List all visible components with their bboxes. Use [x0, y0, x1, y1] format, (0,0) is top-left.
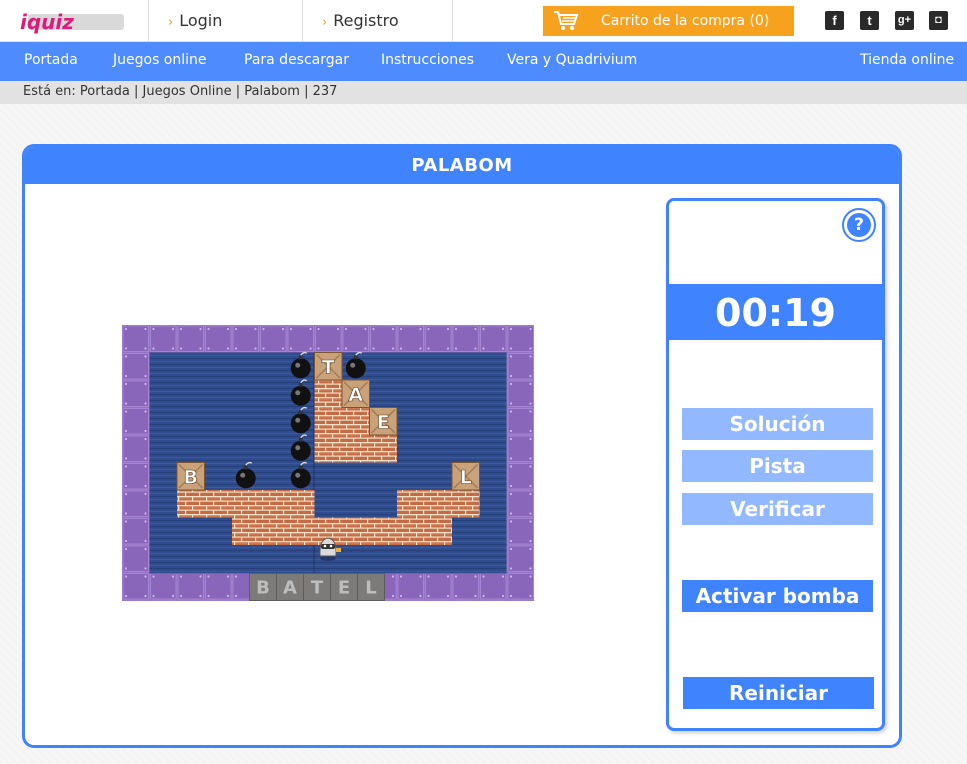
- verify-button[interactable]: Verificar: [682, 493, 873, 525]
- help-button[interactable]: ?: [842, 208, 876, 242]
- nav-item-vera-quadrivium[interactable]: Vera y Quadrivium: [507, 52, 637, 68]
- word-slot: A: [276, 573, 304, 601]
- restart-button[interactable]: Reiniciar: [683, 677, 874, 709]
- word-slot-letter: E: [338, 578, 350, 599]
- register-label: Registro: [333, 11, 399, 30]
- chevron-right-icon: ›: [168, 15, 174, 30]
- letter-tile[interactable]: E: [369, 407, 398, 436]
- brick-wall: [232, 517, 452, 545]
- game-panel: PALABOM T A E B L B A T E L ? 00:19 Solu…: [22, 144, 902, 748]
- word-slot-letter: B: [256, 578, 270, 599]
- question-icon: ?: [847, 213, 871, 237]
- login-link[interactable]: › Login: [168, 11, 222, 30]
- letter-tile-text: T: [322, 356, 335, 378]
- logo-text: iquiz: [20, 10, 74, 34]
- nav-item-portada[interactable]: Portada: [24, 52, 78, 68]
- brick-wall: [314, 407, 370, 435]
- game-board[interactable]: TAEB L BATEL: [122, 325, 534, 601]
- nav-item-para-descargar[interactable]: Para descargar: [244, 52, 349, 68]
- facebook-icon[interactable]: f: [825, 11, 844, 30]
- breadcrumb-text: Está en: Portada | Juegos Online | Palab…: [23, 84, 338, 99]
- brick-wall: [177, 490, 315, 518]
- divider: [452, 0, 453, 42]
- letter-tile-text: A: [348, 384, 363, 406]
- hint-button[interactable]: Pista: [682, 450, 873, 482]
- top-bar: iquiz › Login › Registro Carrito de la com…: [0, 0, 967, 42]
- activate-bomb-button[interactable]: Activar bomba: [682, 580, 873, 612]
- word-slot: L: [357, 573, 385, 601]
- game-title: PALABOM: [25, 147, 899, 184]
- control-panel: ? 00:19 Solución Pista Verificar Activar…: [666, 198, 885, 731]
- letter-tile[interactable]: A: [341, 379, 370, 408]
- solution-button[interactable]: Solución: [682, 408, 873, 440]
- word-slot-letter: A: [283, 578, 297, 599]
- letter-tile-text: E: [377, 411, 390, 433]
- divider: [302, 0, 303, 42]
- breadcrumb: Está en: Portada | Juegos Online | Palab…: [0, 81, 967, 104]
- twitter-icon[interactable]: t: [860, 11, 879, 30]
- cart-label: Carrito de la compra (0): [601, 13, 770, 29]
- nav-item-instrucciones[interactable]: Instrucciones: [381, 52, 474, 68]
- nav-item-juegos-online[interactable]: Juegos online: [113, 52, 207, 68]
- letter-tile[interactable]: L: [451, 462, 480, 491]
- nav-item-tienda-online[interactable]: Tienda online: [860, 52, 954, 68]
- google-plus-icon[interactable]: g+: [895, 11, 914, 30]
- word-slot-letter: T: [311, 578, 324, 599]
- brick-wall: [314, 435, 397, 463]
- word-slot-letter: L: [365, 578, 376, 599]
- cart-button[interactable]: Carrito de la compra (0): [543, 6, 794, 36]
- word-slot: E: [330, 573, 358, 601]
- letter-tile-text: L: [460, 466, 472, 488]
- letter-tile[interactable]: B: [176, 462, 205, 491]
- shopping-cart-icon: [554, 11, 579, 30]
- brick-wall: [397, 490, 480, 518]
- divider: [148, 0, 149, 42]
- word-slot: B: [249, 573, 277, 601]
- login-label: Login: [179, 11, 223, 30]
- register-link[interactable]: › Registro: [322, 11, 399, 30]
- letter-tile-text: B: [184, 466, 198, 488]
- brick-wall: [314, 380, 342, 408]
- timer-display: 00:19: [669, 284, 882, 340]
- main-nav: Portada Juegos online Para descargar Ins…: [0, 42, 967, 81]
- chevron-right-icon: ›: [322, 15, 328, 30]
- letter-tile[interactable]: T: [314, 352, 343, 381]
- word-slot: T: [303, 573, 331, 601]
- iquiz-logo[interactable]: iquiz: [18, 8, 128, 36]
- instagram-icon[interactable]: ◘: [929, 11, 948, 30]
